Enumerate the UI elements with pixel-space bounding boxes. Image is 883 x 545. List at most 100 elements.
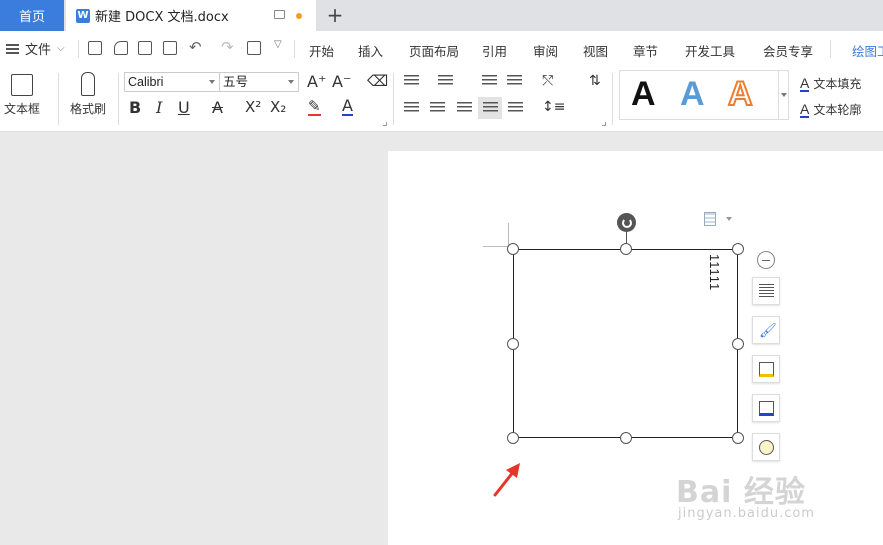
collapse-toolbar-icon[interactable] — [757, 251, 775, 269]
paragraph-dialog-launcher-icon[interactable] — [602, 122, 606, 126]
menu-item-review[interactable]: 审阅 — [533, 41, 558, 60]
save-icon[interactable] — [88, 41, 102, 55]
resize-handle-top[interactable] — [620, 243, 632, 255]
menu-item-page-layout[interactable]: 页面布局 — [409, 41, 459, 60]
strikethrough-icon[interactable]: A — [212, 98, 223, 117]
menu-item-view[interactable]: 视图 — [583, 41, 608, 60]
subscript-icon[interactable]: X₂ — [270, 98, 286, 116]
resize-handle-top-right[interactable] — [732, 243, 744, 255]
menu-item-insert[interactable]: 插入 — [358, 41, 383, 60]
divider — [294, 40, 295, 58]
layout-options-icon[interactable] — [704, 212, 716, 226]
redo-icon[interactable]: ↷ — [221, 38, 234, 56]
resize-handle-bottom[interactable] — [620, 432, 632, 444]
textbox-icon — [11, 74, 33, 96]
style-blue-A[interactable]: A — [680, 75, 705, 114]
lightbulb-icon — [759, 440, 774, 455]
undo-icon[interactable]: ↶ — [189, 38, 202, 56]
selected-textbox[interactable] — [513, 249, 738, 438]
bold-icon[interactable]: B — [129, 98, 141, 117]
tab-home[interactable]: 首页 — [0, 0, 64, 31]
watermark-logo: Bai 经验 — [676, 475, 806, 510]
font-color-icon[interactable]: A — [342, 98, 353, 116]
text-direction-icon[interactable]: ⤲ — [542, 73, 553, 89]
bullet-list-icon[interactable] — [404, 75, 419, 87]
shrink-font-icon[interactable]: A⁻ — [332, 72, 351, 91]
format-painter-label: 格式刷 — [70, 102, 107, 116]
new-tab-plus-icon[interactable]: + — [325, 3, 345, 27]
textbox-text[interactable]: 11111 — [707, 254, 722, 291]
style-orange-A[interactable]: A — [727, 74, 754, 114]
smart-tips-button[interactable] — [752, 433, 780, 461]
sort-icon[interactable]: ⇅ — [589, 73, 601, 89]
shape-style-button[interactable]: 🖌 — [752, 316, 780, 344]
style-black-A[interactable]: A — [631, 75, 656, 114]
text-outline-label: 文本轮廓 — [813, 103, 862, 117]
menu-item-home[interactable]: 开始 — [309, 41, 334, 60]
divider — [612, 73, 613, 125]
wrap-text-button[interactable] — [752, 277, 780, 305]
menu-item-drawing-tools[interactable]: 绘图工 — [852, 41, 883, 60]
text-outline-icon: A — [800, 100, 810, 118]
tab-document[interactable]: W 新建 DOCX 文档.docx — [66, 0, 316, 31]
highlight-icon[interactable]: ✎ — [308, 98, 321, 116]
grow-font-icon[interactable]: A⁺ — [307, 72, 326, 91]
superscript-icon[interactable]: X² — [245, 98, 261, 116]
file-menu-label: 文件 — [25, 43, 52, 58]
resize-handle-top-left[interactable] — [507, 243, 519, 255]
font-size-select[interactable]: 五号 — [219, 72, 299, 92]
textbox-button[interactable]: 文本框 — [4, 74, 40, 117]
shape-fill-button[interactable] — [752, 355, 780, 383]
outline-icon — [759, 401, 774, 416]
writer-doc-icon: W — [76, 8, 90, 23]
distributed-icon[interactable] — [508, 102, 523, 114]
print-icon[interactable] — [138, 41, 152, 55]
resize-handle-bottom-left[interactable] — [507, 432, 519, 444]
menu-item-section[interactable]: 章节 — [633, 41, 658, 60]
align-right-icon[interactable] — [457, 102, 472, 114]
chevron-down-icon — [288, 80, 294, 84]
align-center-icon[interactable] — [430, 102, 445, 114]
underline-icon[interactable]: U — [178, 98, 190, 117]
resize-handle-right[interactable] — [732, 338, 744, 350]
font-name-value: Calibri — [128, 75, 164, 89]
text-fill-button[interactable]: A 文本填充 — [800, 75, 861, 92]
shape-outline-button[interactable] — [752, 394, 780, 422]
brush-icon — [81, 72, 95, 96]
increase-indent-icon[interactable] — [507, 75, 522, 87]
decrease-indent-icon[interactable] — [482, 75, 497, 87]
text-outline-button[interactable]: A 文本轮廓 — [800, 101, 861, 118]
italic-icon[interactable]: I — [156, 98, 162, 117]
font-name-select[interactable]: Calibri — [124, 72, 220, 92]
divider — [118, 73, 119, 125]
menu-item-member[interactable]: 会员专享 — [763, 41, 813, 60]
print-preview-icon[interactable] — [163, 41, 177, 55]
resize-handle-bottom-right[interactable] — [732, 432, 744, 444]
rotate-handle-icon[interactable] — [617, 213, 636, 232]
divider — [393, 73, 394, 125]
format-painter-button[interactable]: 格式刷 — [70, 72, 106, 117]
align-left-icon[interactable] — [404, 102, 419, 114]
font-dialog-launcher-icon[interactable] — [383, 122, 387, 126]
unsaved-dot-icon — [296, 13, 302, 19]
fill-bucket-icon — [759, 362, 774, 377]
divider — [78, 40, 79, 58]
text-fill-label: 文本填充 — [813, 77, 862, 91]
chevron-down-icon[interactable] — [726, 217, 732, 221]
wrap-text-icon — [759, 284, 774, 299]
document-tab-title: 新建 DOCX 文档.docx — [95, 10, 229, 25]
menu-item-developer[interactable]: 开发工具 — [685, 41, 735, 60]
gallery-more-button[interactable] — [779, 70, 789, 120]
eraser-icon[interactable]: ⌫ — [367, 72, 388, 90]
numbered-list-icon[interactable] — [438, 75, 453, 87]
line-spacing-icon[interactable]: ↕≡ — [542, 99, 565, 115]
resize-handle-left[interactable] — [507, 338, 519, 350]
monitor-icon[interactable] — [274, 10, 285, 19]
export-icon[interactable] — [114, 41, 128, 55]
watermark-url: jingyan.baidu.com — [678, 506, 815, 521]
menu-item-references[interactable]: 引用 — [482, 41, 507, 60]
more-chevron-icon[interactable]: ▽ — [274, 39, 282, 50]
file-menu[interactable]: 文件 ⌵ — [6, 39, 65, 58]
copy-icon[interactable] — [247, 41, 261, 55]
text-styles-gallery[interactable]: A A A — [619, 70, 779, 120]
